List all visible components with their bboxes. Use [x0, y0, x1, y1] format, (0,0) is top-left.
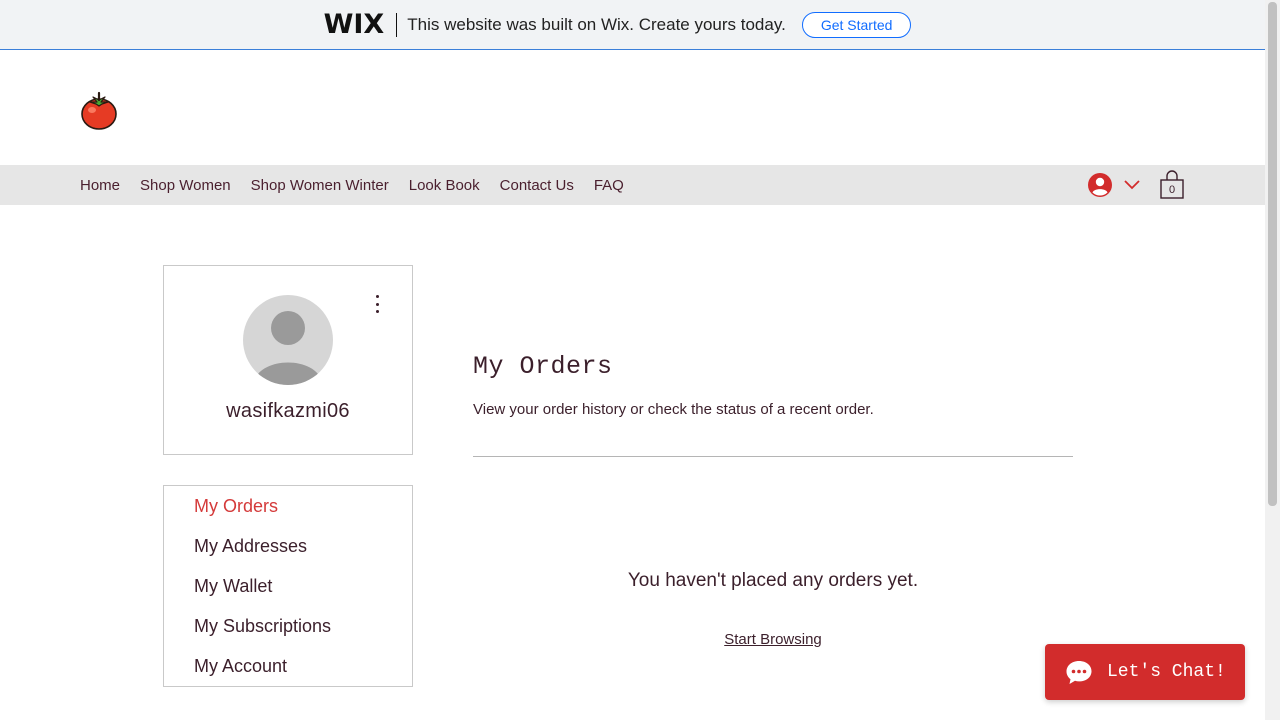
tomato-icon	[81, 91, 117, 130]
username: wasifkazmi06	[226, 400, 350, 422]
banner-separator	[396, 12, 398, 37]
divider	[473, 456, 1073, 457]
wix-banner: WIX This website was built on Wix. Creat…	[0, 0, 1265, 50]
page-title: My Orders	[473, 352, 613, 381]
chat-label: Let's Chat!	[1107, 662, 1226, 682]
start-browsing-link[interactable]: Start Browsing	[473, 631, 1073, 648]
nav-home[interactable]: Home	[80, 177, 120, 194]
nav-shop-women-winter[interactable]: Shop Women Winter	[251, 177, 389, 194]
more-options-icon[interactable]	[367, 293, 387, 315]
get-started-button[interactable]: Get Started	[801, 11, 912, 38]
user-icon[interactable]	[1088, 173, 1112, 197]
scrollbar-thumb[interactable]	[1268, 2, 1277, 506]
menu-item-my-addresses[interactable]: My Addresses	[164, 534, 412, 574]
menu-item-my-subscriptions[interactable]: My Subscriptions	[164, 614, 412, 654]
page-subtitle: View your order history or check the sta…	[473, 401, 874, 418]
empty-orders-message: You haven't placed any orders yet.	[627, 570, 919, 591]
chat-bubble-icon	[1066, 661, 1092, 684]
account-menu[interactable]	[1088, 165, 1140, 205]
wix-logo[interactable]: WIX	[324, 9, 385, 40]
nav-contact-us[interactable]: Contact Us	[500, 177, 574, 194]
menu-item-my-orders[interactable]: My Orders	[164, 494, 412, 534]
menu-item-my-account[interactable]: My Account	[164, 654, 412, 694]
site-logo[interactable]	[80, 90, 118, 130]
cart-count: 0	[1168, 184, 1176, 196]
chevron-down-icon[interactable]	[1124, 180, 1140, 190]
main-nav: Home Shop Women Shop Women Winter Look B…	[0, 165, 1265, 205]
banner-text: This website was built on Wix. Create yo…	[407, 14, 786, 34]
avatar[interactable]	[243, 295, 333, 385]
nav-links: Home Shop Women Shop Women Winter Look B…	[80, 165, 644, 205]
chat-button[interactable]: Let's Chat!	[1045, 644, 1245, 700]
page-scrollbar[interactable]	[1265, 0, 1280, 720]
account-sidebar-menu: My Orders My Addresses My Wallet My Subs…	[163, 485, 413, 687]
nav-faq[interactable]: FAQ	[594, 177, 624, 194]
default-avatar-icon	[253, 311, 323, 385]
nav-look-book[interactable]: Look Book	[409, 177, 480, 194]
nav-shop-women[interactable]: Shop Women	[140, 177, 231, 194]
cart-button[interactable]: 0	[1160, 170, 1184, 200]
menu-item-my-wallet[interactable]: My Wallet	[164, 574, 412, 614]
profile-card: wasifkazmi06	[163, 265, 413, 455]
